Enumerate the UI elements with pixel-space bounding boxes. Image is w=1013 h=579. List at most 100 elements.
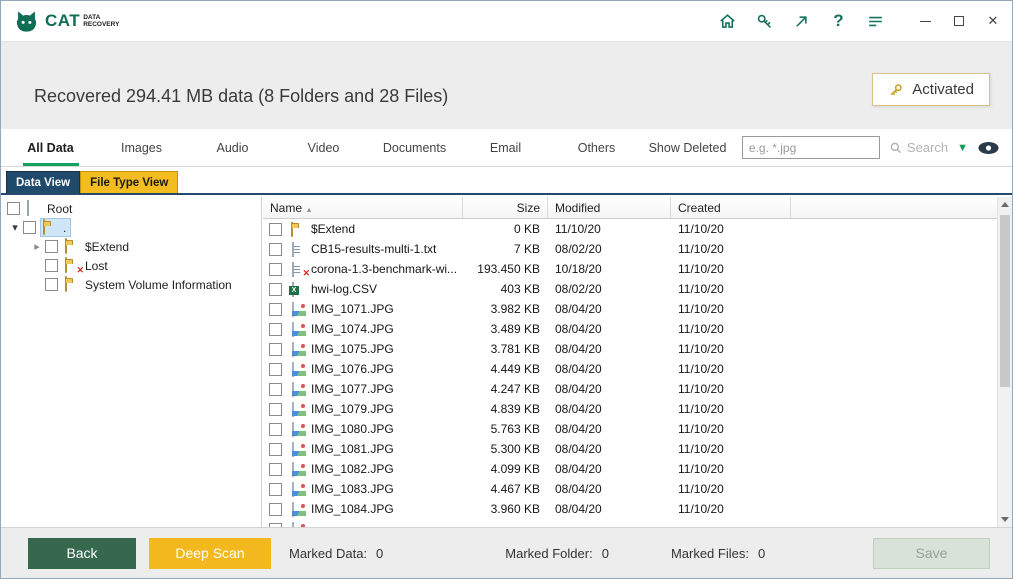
table-row[interactable]: IMG_1083.JPG 4.467 KB 08/04/20 11/10/20 [263, 479, 997, 499]
tab-email[interactable]: Email [460, 129, 551, 166]
help-icon[interactable]: ? [820, 5, 857, 37]
table-row[interactable] [263, 519, 997, 527]
search-dropdown-icon[interactable]: ▼ [957, 142, 968, 154]
close-button[interactable] [976, 5, 1010, 37]
row-checkbox[interactable] [269, 223, 282, 236]
activated-button[interactable]: Activated [872, 73, 990, 106]
table-row[interactable]: IMG_1080.JPG 5.763 KB 08/04/20 11/10/20 [263, 419, 997, 439]
marked-files-value: 0 [758, 546, 765, 561]
file-created-date: 11/10/20 [671, 302, 791, 316]
tab-video[interactable]: Video [278, 129, 369, 166]
tree-item-lost[interactable]: Lost [1, 256, 261, 275]
table-row[interactable]: IMG_1077.JPG 4.247 KB 08/04/20 11/10/20 [263, 379, 997, 399]
file-name: IMG_1071.JPG [311, 302, 394, 316]
preview-eye-icon[interactable] [977, 141, 1000, 155]
tree-item-system-volume-information[interactable]: System Volume Information [1, 275, 261, 294]
tab-all-data[interactable]: All Data [5, 129, 96, 166]
row-checkbox[interactable] [269, 443, 282, 456]
save-button[interactable]: Save [873, 538, 990, 569]
file-type-icon [291, 462, 307, 477]
tree-checkbox[interactable] [7, 202, 20, 215]
file-modified-date: 08/04/20 [548, 362, 671, 376]
file-created-date: 11/10/20 [671, 462, 791, 476]
row-checkbox[interactable] [269, 363, 282, 376]
column-header-created[interactable]: Created [671, 197, 791, 218]
tree-checkbox[interactable] [23, 221, 36, 234]
tab-images[interactable]: Images [96, 129, 187, 166]
table-row[interactable]: IMG_1075.JPG 3.781 KB 08/04/20 11/10/20 [263, 339, 997, 359]
file-created-date: 11/10/20 [671, 422, 791, 436]
tree-checkbox[interactable] [45, 259, 58, 272]
scroll-up-arrow[interactable] [998, 197, 1012, 212]
file-modified-date: 08/04/20 [548, 402, 671, 416]
row-checkbox[interactable] [269, 403, 282, 416]
table-row[interactable]: $Extend 0 KB 11/10/20 11/10/20 [263, 219, 997, 239]
row-checkbox[interactable] [269, 483, 282, 496]
file-type-icon [291, 362, 307, 377]
column-header-size[interactable]: Size [463, 197, 548, 218]
row-checkbox[interactable] [269, 463, 282, 476]
search-button[interactable]: Search [889, 140, 948, 155]
filter-tabbar: All Data Images Audio Video Documents Em… [1, 129, 1012, 167]
file-modified-date: 10/18/20 [548, 262, 671, 276]
row-checkbox[interactable] [269, 423, 282, 436]
share-arrow-icon[interactable] [783, 5, 820, 37]
table-row[interactable]: IMG_1074.JPG 3.489 KB 08/04/20 11/10/20 [263, 319, 997, 339]
tab-audio[interactable]: Audio [187, 129, 278, 166]
row-checkbox[interactable] [269, 323, 282, 336]
table-row[interactable]: IMG_1079.JPG 4.839 KB 08/04/20 11/10/20 [263, 399, 997, 419]
tab-others[interactable]: Others [551, 129, 642, 166]
scrollbar-thumb[interactable] [1000, 215, 1010, 387]
row-checkbox[interactable] [269, 383, 282, 396]
key-icon[interactable] [746, 5, 783, 37]
table-row[interactable]: corona-1.3-benchmark-wi... 193.450 KB 10… [263, 259, 997, 279]
tree-checkbox[interactable] [45, 240, 58, 253]
file-name: CB15-results-multi-1.txt [311, 242, 436, 256]
chevron-right-icon[interactable] [29, 240, 45, 253]
chevron-down-icon[interactable] [7, 221, 23, 234]
table-row[interactable]: IMG_1081.JPG 5.300 KB 08/04/20 11/10/20 [263, 439, 997, 459]
vertical-scrollbar[interactable] [997, 197, 1012, 527]
file-type-icon [291, 222, 307, 237]
menu-icon[interactable] [857, 5, 894, 37]
row-checkbox[interactable] [269, 263, 282, 276]
tree-item-extend[interactable]: $Extend [1, 237, 261, 256]
drive-root-icon [27, 201, 43, 216]
marked-data-value: 0 [376, 546, 383, 561]
file-size: 4.247 KB [463, 382, 548, 396]
minimize-button[interactable] [908, 5, 942, 37]
file-size: 5.763 KB [463, 422, 548, 436]
column-header-modified[interactable]: Modified [548, 197, 671, 218]
tab-data-view[interactable]: Data View [6, 171, 80, 193]
tree-item-current-dir[interactable]: . [1, 218, 261, 237]
table-row[interactable]: IMG_1071.JPG 3.982 KB 08/04/20 11/10/20 [263, 299, 997, 319]
marked-folder-value: 0 [602, 546, 609, 561]
tab-file-type-view[interactable]: File Type View [80, 171, 178, 193]
home-icon[interactable] [709, 5, 746, 37]
file-size: 0 KB [463, 222, 548, 236]
file-type-icon [291, 302, 307, 317]
table-row[interactable]: IMG_1082.JPG 4.099 KB 08/04/20 11/10/20 [263, 459, 997, 479]
row-checkbox[interactable] [269, 343, 282, 356]
table-row[interactable]: hwi-log.CSV 403 KB 08/02/20 11/10/20 [263, 279, 997, 299]
back-button[interactable]: Back [28, 538, 136, 569]
row-checkbox[interactable] [269, 303, 282, 316]
tree-item-root[interactable]: Root [1, 199, 261, 218]
search-input[interactable] [742, 136, 880, 159]
tab-documents[interactable]: Documents [369, 129, 460, 166]
column-header-name[interactable]: Name [263, 197, 463, 218]
table-row[interactable]: IMG_1084.JPG 3.960 KB 08/04/20 11/10/20 [263, 499, 997, 519]
deep-scan-button[interactable]: Deep Scan [149, 538, 271, 569]
row-checkbox[interactable] [269, 283, 282, 296]
maximize-button[interactable] [942, 5, 976, 37]
logo-cat-text: CAT [45, 11, 80, 31]
file-modified-date: 08/02/20 [548, 282, 671, 296]
table-header-row: Name Size Modified Created [263, 197, 997, 219]
table-row[interactable]: IMG_1076.JPG 4.449 KB 08/04/20 11/10/20 [263, 359, 997, 379]
tree-checkbox[interactable] [45, 278, 58, 291]
row-checkbox[interactable] [269, 243, 282, 256]
row-checkbox[interactable] [269, 503, 282, 516]
tab-show-deleted[interactable]: Show Deleted [642, 129, 733, 166]
table-row[interactable]: CB15-results-multi-1.txt 7 KB 08/02/20 1… [263, 239, 997, 259]
scroll-down-arrow[interactable] [998, 512, 1012, 527]
